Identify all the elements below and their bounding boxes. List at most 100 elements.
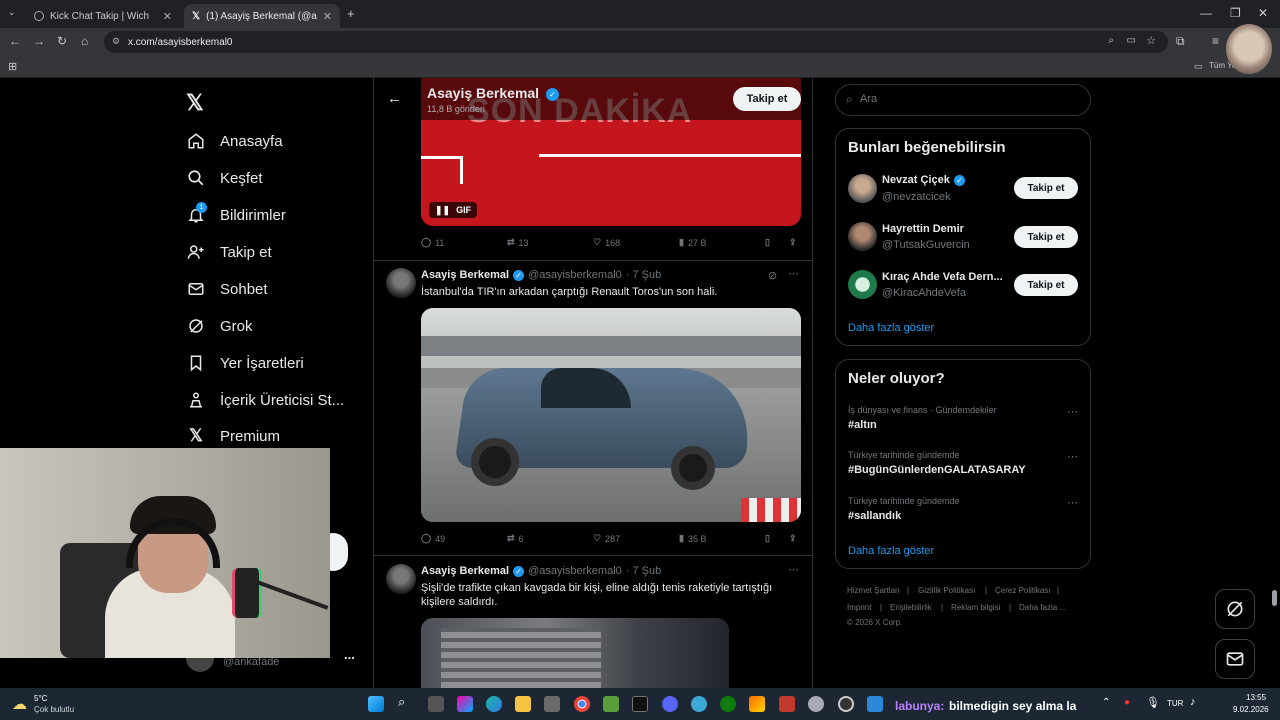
footer-link[interactable]: Erişilebilirlik <box>890 603 932 612</box>
footer-link[interactable]: Çerez Politikası <box>995 586 1051 595</box>
app-icon[interactable] <box>749 696 765 712</box>
author-name[interactable]: Asayiş Berkemal <box>421 565 509 577</box>
messages-float-button[interactable] <box>1215 639 1255 679</box>
xbox-icon[interactable] <box>720 696 736 712</box>
x-logo-icon[interactable]: 𝕏 <box>186 90 204 116</box>
tweet-image-street[interactable] <box>421 618 729 688</box>
reload-icon[interactable]: ↻ <box>57 34 67 48</box>
footer-link[interactable]: Hizmet Şartları <box>847 586 900 595</box>
share-button[interactable]: ⇪ <box>789 533 797 544</box>
tab-list-icon[interactable]: ⌄ <box>8 7 16 18</box>
trend-more-icon[interactable]: ⋯ <box>1067 450 1078 463</box>
home-browser-icon[interactable]: ⌂ <box>81 34 88 48</box>
cast-icon[interactable]: ▭ <box>1127 35 1136 46</box>
trend-tag[interactable]: #altın <box>848 419 877 431</box>
nav-follow[interactable]: Takip et <box>186 242 272 262</box>
nav-creator-studio[interactable]: İçerik Üreticisi St... <box>186 390 344 410</box>
grok-float-button[interactable] <box>1215 589 1255 629</box>
weather-icon[interactable]: ☁ <box>12 695 27 713</box>
show-more-link[interactable]: Daha fazla göster <box>848 322 934 334</box>
views-button[interactable]: ▮ 35 B <box>679 533 706 544</box>
follow-button[interactable]: Takip et <box>1014 226 1078 248</box>
nav-bookmarks[interactable]: Yer İşaretleri <box>186 353 304 373</box>
grok-icon[interactable]: ⊘ <box>768 269 777 282</box>
gif-control[interactable]: ❚❚ GIF <box>429 202 478 218</box>
close-window-icon[interactable]: ✕ <box>1258 6 1268 20</box>
restore-icon[interactable]: ❐ <box>1230 6 1241 20</box>
back-icon[interactable]: ← <box>9 34 21 48</box>
menu-icon[interactable]: ≡ <box>1212 34 1219 48</box>
author-handle[interactable]: @asayisberkemal0 <box>528 565 622 577</box>
weather-desc[interactable]: Çok bulutlu <box>34 705 74 714</box>
page-scrollbar[interactable] <box>1272 590 1277 606</box>
tab-close-icon[interactable]: ✕ <box>163 10 172 23</box>
address-bar[interactable]: ⚙ x.com/asayisberkemal0 ⌕ ▭ ☆ <box>104 31 1168 53</box>
like-button[interactable]: ♡ 168 <box>593 237 620 248</box>
tweet-avatar[interactable] <box>386 268 416 298</box>
trend-tag[interactable]: #BugünGünlerdenGALATASARAY <box>848 464 1026 476</box>
footer-link[interactable]: Imprint <box>847 603 871 612</box>
tweet-time[interactable]: · 7 Şub <box>626 269 661 281</box>
bookmark-button[interactable]: ▯ <box>765 237 770 248</box>
obs-icon[interactable] <box>838 696 854 712</box>
extensions-icon[interactable]: ⧉ <box>1176 34 1185 49</box>
tweet-image-car[interactable] <box>421 308 801 522</box>
share-button[interactable]: ⇪ <box>789 237 797 248</box>
tweet-more-icon[interactable]: ⋯ <box>788 267 799 280</box>
tweet-more-icon[interactable]: ⋯ <box>788 563 799 576</box>
tray-app-icon[interactable]: ● <box>1124 697 1130 708</box>
views-button[interactable]: ▮ 27 B <box>679 237 706 248</box>
apps-icon[interactable]: ⊞ <box>8 60 17 73</box>
tab-asayis-berkemal[interactable]: 𝕏 (1) Asayiş Berkemal (@asayisbe ✕ <box>184 4 340 28</box>
footer-link[interactable]: Daha fazla ... <box>1019 603 1066 612</box>
steam-icon[interactable] <box>808 696 824 712</box>
nav-grok[interactable]: Grok <box>186 316 253 336</box>
app-icon[interactable] <box>779 696 795 712</box>
footer-link[interactable]: Gizlilik Politikası <box>918 586 975 595</box>
author-handle[interactable]: @asayisberkemal0 <box>528 269 622 281</box>
tab-kick-chat[interactable]: Kick Chat Takip | Wich ✕ <box>26 4 180 28</box>
suggestion-avatar[interactable] <box>848 270 877 299</box>
footer-link[interactable]: Reklam bilgisi <box>951 603 1000 612</box>
nav-chat[interactable]: Sohbet <box>186 279 268 299</box>
copilot-icon[interactable] <box>457 696 473 712</box>
keyboard-language[interactable]: TUR <box>1167 699 1183 708</box>
reply-button[interactable]: ◯ 49 <box>421 533 445 544</box>
zoom-icon[interactable]: ⌕ <box>1108 35 1114 46</box>
site-info-icon[interactable]: ⚙ <box>112 36 120 47</box>
capcut-icon[interactable] <box>632 696 648 712</box>
suggestion-avatar[interactable] <box>848 222 877 251</box>
bookmark-button[interactable]: ▯ <box>765 533 770 544</box>
microphone-icon[interactable]: 🎙 <box>1146 696 1160 709</box>
chevron-up-icon[interactable]: ⌃ <box>1102 697 1110 708</box>
nav-explore[interactable]: Keşfet <box>186 168 263 188</box>
search-input[interactable] <box>860 93 1060 105</box>
nav-premium[interactable]: 𝕏 Premium <box>186 426 280 446</box>
suggestion-name[interactable]: Nevzat Çiçek <box>882 174 950 186</box>
tweet-avatar[interactable] <box>386 564 416 594</box>
nav-home[interactable]: Anasayfa <box>186 131 283 151</box>
app-icon[interactable] <box>691 696 707 712</box>
reply-button[interactable]: ◯ 11 <box>421 237 444 248</box>
follow-button[interactable]: Takip et <box>1014 274 1078 296</box>
clock-time[interactable]: 13:55 <box>1246 693 1266 702</box>
file-explorer-icon[interactable] <box>515 696 531 712</box>
suggestion-avatar[interactable] <box>848 174 877 203</box>
repost-button[interactable]: ⇄ 13 <box>507 237 529 248</box>
suggestion-name[interactable]: Hayrettin Demir <box>882 223 964 235</box>
minimize-icon[interactable]: — <box>1200 6 1212 20</box>
tab-close-icon[interactable]: ✕ <box>323 10 332 23</box>
tweet-time[interactable]: · 7 Şub <box>626 565 661 577</box>
chrome-icon[interactable] <box>574 696 590 712</box>
store-icon[interactable] <box>544 696 560 712</box>
repost-button[interactable]: ⇄ 6 <box>507 533 524 544</box>
discord-icon[interactable] <box>662 696 678 712</box>
suggestion-name[interactable]: Kıraç Ahde Vefa Dern... <box>882 271 1003 283</box>
edge-icon[interactable] <box>486 696 502 712</box>
follow-button[interactable]: Takip et <box>1014 177 1078 199</box>
start-icon[interactable] <box>368 696 384 712</box>
like-button[interactable]: ♡ 287 <box>593 533 620 544</box>
search-box[interactable]: ⌕ <box>835 84 1091 116</box>
clock-date[interactable]: 9.02.2026 <box>1233 705 1269 714</box>
all-bookmarks-folder-icon[interactable]: ▭ <box>1194 61 1203 72</box>
